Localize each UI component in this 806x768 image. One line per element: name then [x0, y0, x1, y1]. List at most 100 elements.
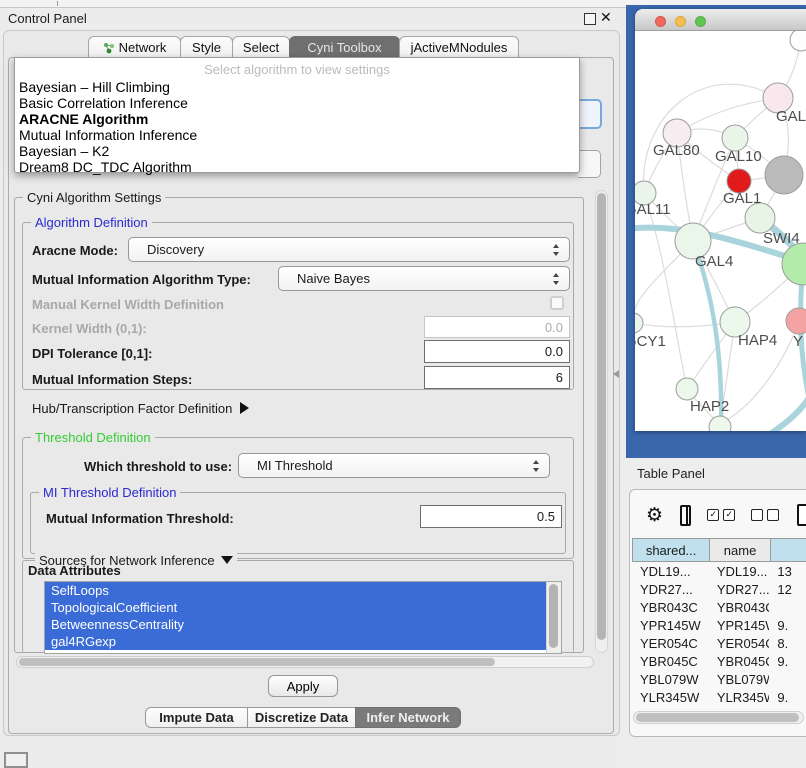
control-panel-tabbar: NetworkStyleSelectCyni Toolbox jActiveMNo…: [88, 36, 518, 58]
node-hap2-label: HAP2: [690, 398, 729, 415]
attribute-list-item[interactable]: gal4RGexp: [45, 633, 546, 650]
tab-discretize-data[interactable]: Discretize Data: [247, 707, 356, 728]
tab-select[interactable]: Select: [232, 36, 290, 58]
aracne-mode-combobox[interactable]: Discovery: [128, 237, 570, 262]
control-panel-title: Control Panel: [8, 11, 87, 26]
attribute-list-item[interactable]: BetweennessCentrality: [45, 616, 546, 633]
float-window-button[interactable]: [584, 13, 596, 25]
node-big-gray[interactable]: [765, 156, 803, 194]
algorithm-option[interactable]: Mutual Information Inference: [15, 127, 579, 143]
which-threshold-label: Which threshold to use:: [84, 459, 232, 474]
settings-vertical-scrollbar[interactable]: [595, 190, 608, 653]
algorithm-option[interactable]: Basic Correlation Inference: [15, 95, 579, 111]
node-top-partial[interactable]: [790, 31, 806, 51]
algorithm-option[interactable]: Bayesian – Hill Climbing: [15, 79, 579, 95]
splitter-tick[interactable]: [57, 1, 58, 6]
deselect-all-icon[interactable]: [751, 509, 779, 521]
node-hap2[interactable]: [676, 378, 698, 400]
cyni-algorithm-settings-label: Cyni Algorithm Settings: [23, 190, 165, 205]
table-row[interactable]: YPR145WYPR145W9.: [632, 616, 806, 634]
table-row[interactable]: YBL079WYBL079W: [632, 670, 806, 688]
table-cell: YDR27...: [632, 582, 709, 597]
node-pink-right[interactable]: [786, 308, 806, 334]
column-header-shared[interactable]: shared...: [632, 538, 710, 562]
algorithm-option[interactable]: Bayesian – K2: [15, 143, 579, 159]
algorithm-definition-label: Algorithm Definition: [31, 215, 152, 230]
mi-threshold-field[interactable]: 0.5: [420, 505, 562, 528]
algorithm-option[interactable]: Dream8 DC_TDC Algorithm: [15, 159, 579, 175]
node-gcy1[interactable]: [635, 313, 643, 333]
window-minimize-icon[interactable]: [675, 16, 686, 27]
hidden-combo-fragment: [578, 150, 601, 178]
hub-definition-expander[interactable]: Hub/Transcription Factor Definition: [32, 401, 249, 416]
table-cell: YBR043C: [632, 600, 709, 615]
mi-steps-field[interactable]: 6: [424, 366, 570, 389]
dpi-tolerance-value: 0.0: [545, 344, 563, 359]
node-table[interactable]: shared...nameYDL19...YDL19...13YDR27...Y…: [632, 538, 806, 724]
node-swi4[interactable]: [745, 203, 775, 233]
attribute-list-item[interactable]: SelfLoops: [45, 582, 546, 599]
mi-threshold-definition-label: MI Threshold Definition: [39, 485, 180, 500]
table-row[interactable]: YDL19...YDL19...13: [632, 562, 806, 580]
node-bottom-partial[interactable]: [709, 416, 731, 431]
window-close-icon[interactable]: [655, 16, 666, 27]
network-canvas[interactable]: GALGAL80GAL10GAL1GAL11SWI4GAL4GCY1HAP4YH…: [635, 31, 806, 431]
mi-threshold-label: Mutual Information Threshold:: [46, 511, 234, 526]
kernel-width-field[interactable]: 0.0: [424, 316, 570, 338]
manual-kernel-checkbox[interactable]: [550, 296, 564, 310]
settings-horizontal-scrollbar[interactable]: [16, 656, 594, 668]
apply-button[interactable]: Apply: [268, 675, 338, 697]
table-cell: YDL19...: [709, 564, 770, 579]
table-row[interactable]: YBR043CYBR043C: [632, 598, 806, 616]
combo-spinner-icon: [533, 460, 540, 472]
gear-icon[interactable]: ⚙: [646, 504, 663, 527]
table-cell: YER054C: [632, 636, 709, 651]
table-row[interactable]: YLR345WYLR345W9.: [632, 688, 806, 706]
table-cell: YBR045C: [709, 654, 770, 669]
table-row[interactable]: YDR27...YDR27...12: [632, 580, 806, 598]
column-header-extra[interactable]: [770, 538, 806, 562]
mi-threshold-value: 0.5: [537, 509, 555, 524]
network-window-titlebar[interactable]: [635, 9, 806, 31]
splitter-handle-icon[interactable]: [613, 370, 619, 378]
node-gal1-label: GAL1: [723, 190, 761, 207]
minimized-panel-icon[interactable]: [4, 752, 28, 768]
tab-jactivemnodules[interactable]: jActiveMNodules: [399, 36, 519, 58]
table-cell: YPR145W: [632, 618, 709, 633]
column-header-name[interactable]: name: [709, 538, 771, 562]
split-columns-icon[interactable]: [680, 505, 691, 526]
close-panel-button[interactable]: ✕: [600, 9, 612, 26]
manual-kernel-label: Manual Kernel Width Definition: [32, 297, 224, 312]
select-all-icon[interactable]: ✓✓: [707, 509, 735, 521]
aracne-mode-label: Aracne Mode:: [32, 243, 118, 258]
tab-impute-data[interactable]: Impute Data: [145, 707, 248, 728]
table-row[interactable]: YER054CYER054C8.: [632, 634, 806, 652]
table-cell: YLR345W: [632, 690, 709, 705]
window-zoom-icon[interactable]: [695, 16, 706, 27]
data-attributes-label: Data Attributes: [28, 563, 121, 578]
algorithm-option[interactable]: ARACNE Algorithm: [15, 111, 579, 127]
table-row[interactable]: YBR045CYBR045C9.: [632, 652, 806, 670]
data-attributes-list[interactable]: SelfLoopsTopologicalCoefficientBetweenne…: [44, 581, 562, 654]
tab-style[interactable]: Style: [180, 36, 233, 58]
network-window[interactable]: GALGAL80GAL10GAL1GAL11SWI4GAL4GCY1HAP4YH…: [635, 9, 806, 431]
network-edge[interactable]: [644, 193, 687, 389]
node-big-green[interactable]: [782, 243, 806, 285]
tab-infer-network[interactable]: Infer Network: [355, 707, 461, 728]
bottom-tabbar: Impute DataDiscretize DataInfer Network: [145, 707, 460, 728]
mi-type-value: Naive Bayes: [279, 271, 370, 286]
mi-type-combobox[interactable]: Naive Bayes: [278, 266, 570, 291]
tab-network[interactable]: Network: [88, 36, 181, 58]
tab-cyni-toolbox[interactable]: Cyni Toolbox: [289, 36, 400, 58]
table-cell: 13: [769, 564, 806, 579]
hub-definition-label: Hub/Transcription Factor Definition: [32, 401, 232, 416]
table-horizontal-scrollbar[interactable]: [633, 711, 804, 724]
attribute-list-item[interactable]: TopologicalCoefficient: [45, 599, 546, 616]
node-pink-right-label: Y: [793, 333, 803, 350]
which-threshold-combobox[interactable]: MI Threshold: [238, 453, 550, 478]
table-header-row: shared...name: [632, 538, 806, 562]
dpi-tolerance-field[interactable]: 0.0: [424, 340, 570, 363]
document-icon[interactable]: [797, 504, 806, 526]
list-scrollbar[interactable]: [546, 582, 561, 653]
tab-label: jActiveMNodules: [411, 40, 508, 55]
